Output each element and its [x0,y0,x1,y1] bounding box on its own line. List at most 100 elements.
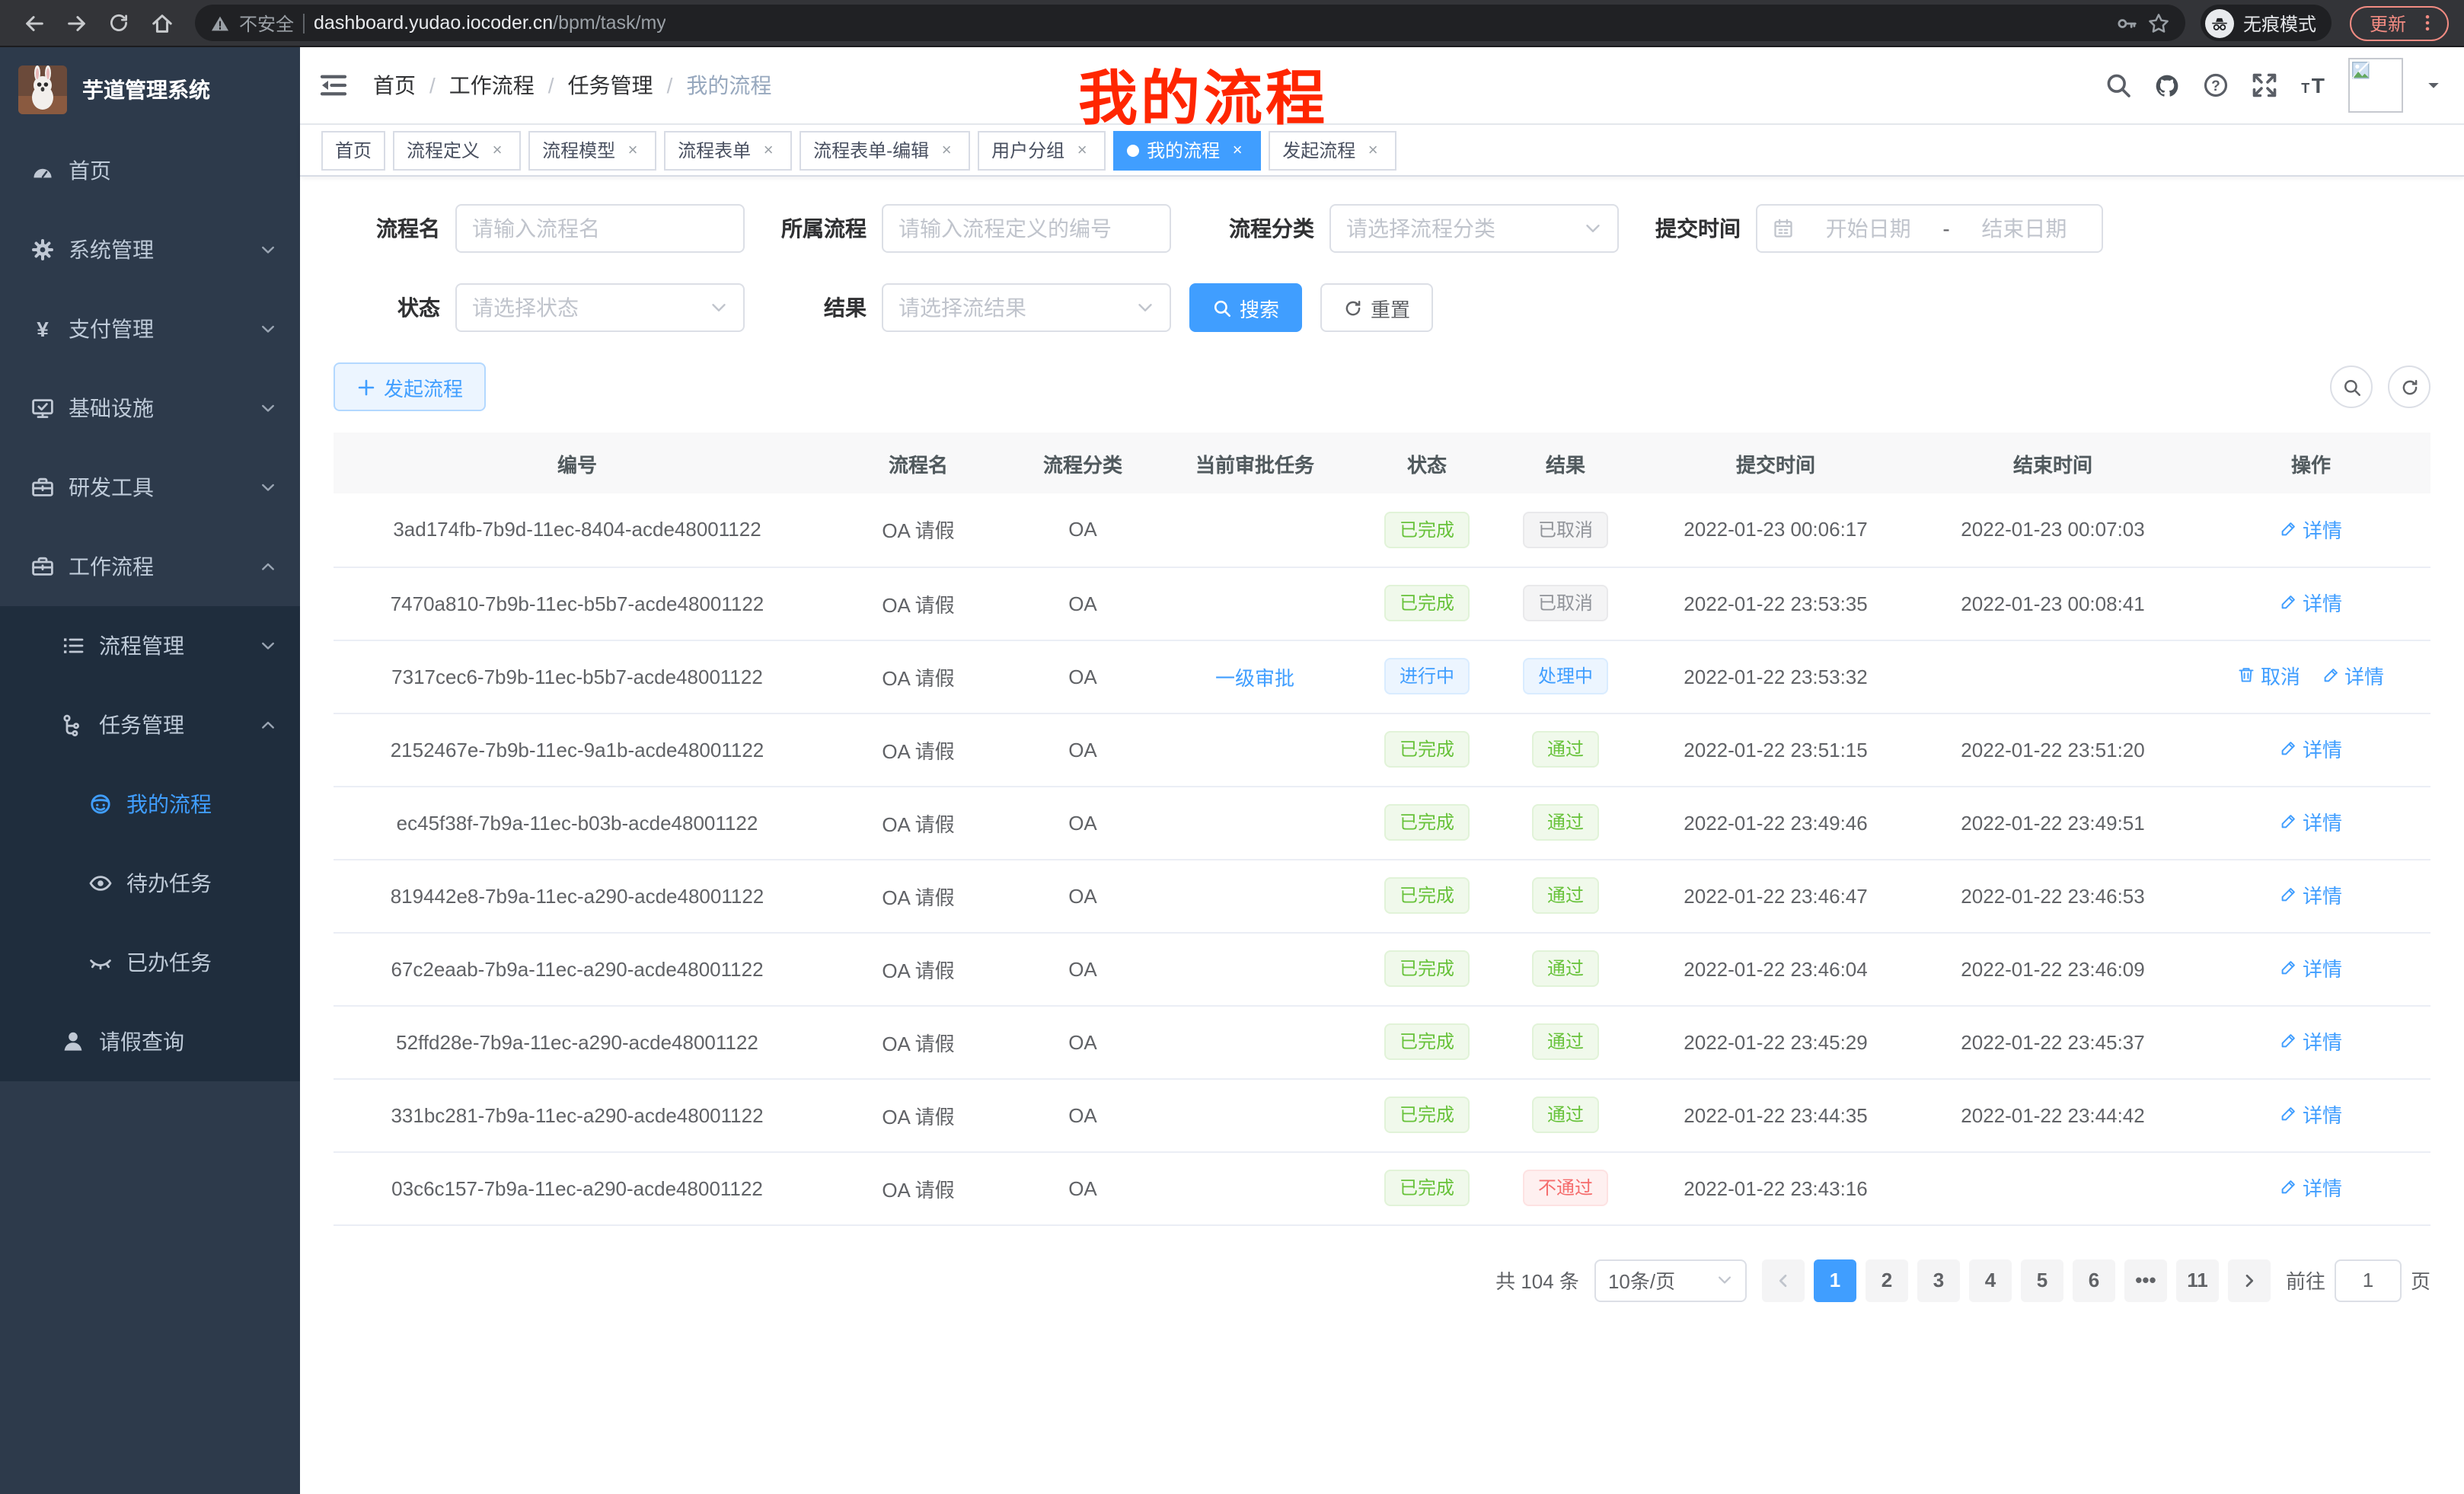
table-refresh-button[interactable] [2388,366,2430,408]
sidebar-item-1[interactable]: 系统管理 [0,210,300,289]
page-button-11[interactable]: 11 [2176,1259,2219,1301]
page-button-5[interactable]: 5 [2021,1259,2063,1301]
status-select[interactable]: 请选择状态 [455,283,745,332]
reload-icon[interactable] [101,5,137,41]
avatar[interactable] [2348,58,2403,113]
goto-page-input[interactable] [2335,1259,2402,1301]
start-process-button[interactable]: 发起流程 [334,362,486,411]
search-button[interactable]: 搜索 [1189,283,1302,332]
sidebar-item-2[interactable]: ¥支付管理 [0,289,300,369]
avatar-caret-icon[interactable] [2424,76,2443,94]
screen: 不安全 dashboard.yudao.iocoder.cn/bpm/task/… [0,0,2464,1494]
page-button-6[interactable]: 6 [2073,1259,2115,1301]
close-tab-icon[interactable]: × [758,140,778,160]
sidebar-item-8[interactable]: 我的流程 [0,765,300,844]
close-tab-icon[interactable]: × [487,140,507,160]
prev-page-button[interactable] [1762,1259,1805,1301]
table-body: 3ad174fb-7b9d-11ec-8404-acde48001122OA 请… [334,493,2430,1224]
monitor-icon [30,396,55,420]
cell-id: 03c6c157-7b9a-11ec-a290-acde48001122 [334,1151,821,1224]
github-icon[interactable] [2153,72,2181,99]
search-icon [1212,298,1232,318]
page-button-3[interactable]: 3 [1917,1259,1960,1301]
font-size-icon[interactable]: TT [2300,72,2327,99]
tab-2[interactable]: 流程模型× [528,130,656,170]
close-tab-icon[interactable]: × [937,140,956,160]
action-detail-link[interactable]: 详情 [2280,734,2342,763]
close-tab-icon[interactable]: × [1072,140,1092,160]
close-tab-icon[interactable]: × [623,140,643,160]
close-tab-icon[interactable]: × [1227,140,1247,160]
next-page-button[interactable] [2228,1259,2271,1301]
edit-pen-icon [2322,666,2340,685]
chevron-down-icon [259,320,277,338]
action-detail-link[interactable]: 详情 [2280,807,2342,836]
browser-menu-dots-icon[interactable] [2417,12,2438,34]
help-icon[interactable]: ? [2202,72,2229,99]
result-select[interactable]: 请选择流结果 [882,283,1171,332]
action-detail-link[interactable]: 详情 [2280,1173,2342,1202]
action-detail-link[interactable]: 详情 [2280,1026,2342,1055]
url-bar[interactable]: 不安全 dashboard.yudao.iocoder.cn/bpm/task/… [195,5,2185,41]
omnibox-divider [303,13,305,33]
action-detail-link[interactable]: 详情 [2280,1100,2342,1128]
sidebar-item-3[interactable]: 基础设施 [0,369,300,448]
home-icon[interactable] [143,5,180,41]
parent-process-input[interactable] [898,216,1154,241]
process-name-input[interactable] [472,216,728,241]
table-row: 67c2eaab-7b9a-11ec-a290-acde48001122OA 请… [334,932,2430,1005]
action-cancel-link[interactable]: 取消 [2238,661,2300,690]
close-tab-icon[interactable]: × [1363,140,1383,160]
category-select[interactable]: 请选择流程分类 [1329,204,1619,253]
update-button[interactable]: 更新 [2350,5,2449,40]
sidebar-item-0[interactable]: 首页 [0,131,300,210]
chevron-up-icon [259,557,277,576]
status-badge: 已完成 [1384,512,1470,548]
page-button-2[interactable]: 2 [1866,1259,1908,1301]
cell-result: 通过 [1494,786,1637,859]
key-icon[interactable] [2115,11,2138,34]
tab-0[interactable]: 首页 [321,130,385,170]
tab-3[interactable]: 流程表单× [664,130,792,170]
breadcrumb-item-1[interactable]: 工作流程 [449,70,535,101]
search-icon[interactable] [2105,72,2132,99]
action-label: 详情 [2303,1026,2342,1055]
action-detail-link[interactable]: 详情 [2280,514,2342,543]
sidebar-item-4[interactable]: 研发工具 [0,448,300,527]
page-size-select[interactable]: 10条/页 [1594,1259,1747,1301]
sidebar-item-10[interactable]: 已办任务 [0,923,300,1002]
fullscreen-icon[interactable] [2251,72,2278,99]
action-detail-link[interactable]: 详情 [2280,953,2342,982]
breadcrumb-item-0[interactable]: 首页 [373,70,416,101]
cell-status: 已完成 [1360,932,1494,1005]
reset-button[interactable]: 重置 [1320,283,1433,332]
action-detail-link[interactable]: 详情 [2280,588,2342,617]
star-icon[interactable] [2147,11,2170,34]
more-pages-button[interactable]: ••• [2124,1259,2167,1301]
action-detail-link[interactable]: 详情 [2280,880,2342,909]
tab-7[interactable]: 发起流程× [1269,130,1396,170]
tab-strip: 首页流程定义×流程模型×流程表单×流程表单-编辑×用户分组×我的流程×发起流程× [300,125,2464,177]
sidebar-item-6[interactable]: 流程管理 [0,606,300,685]
tab-5[interactable]: 用户分组× [978,130,1106,170]
calendar-icon [1773,218,1794,239]
forward-icon[interactable] [58,5,94,41]
table-row: 819442e8-7b9a-11ec-a290-acde48001122OA 请… [334,859,2430,932]
hamburger-icon[interactable] [318,70,349,101]
tab-6[interactable]: 我的流程× [1113,130,1261,170]
sidebar-item-11[interactable]: 请假查询 [0,1002,300,1081]
page-button-4[interactable]: 4 [1969,1259,2012,1301]
app-logo[interactable]: 芋道管理系统 [0,47,300,131]
sidebar-item-5[interactable]: 工作流程 [0,527,300,606]
sidebar-item-7[interactable]: 任务管理 [0,685,300,765]
action-detail-link[interactable]: 详情 [2322,661,2384,690]
breadcrumb-item-2[interactable]: 任务管理 [568,70,653,101]
table-search-button[interactable] [2330,366,2373,408]
cell-current-task[interactable]: 一级审批 [1150,640,1360,713]
page-button-1[interactable]: 1 [1814,1259,1856,1301]
sidebar-item-9[interactable]: 待办任务 [0,844,300,923]
submit-time-range-picker[interactable]: 开始日期 - 结束日期 [1756,204,2103,253]
tab-1[interactable]: 流程定义× [393,130,521,170]
back-icon[interactable] [15,5,52,41]
tab-4[interactable]: 流程表单-编辑× [800,130,970,170]
